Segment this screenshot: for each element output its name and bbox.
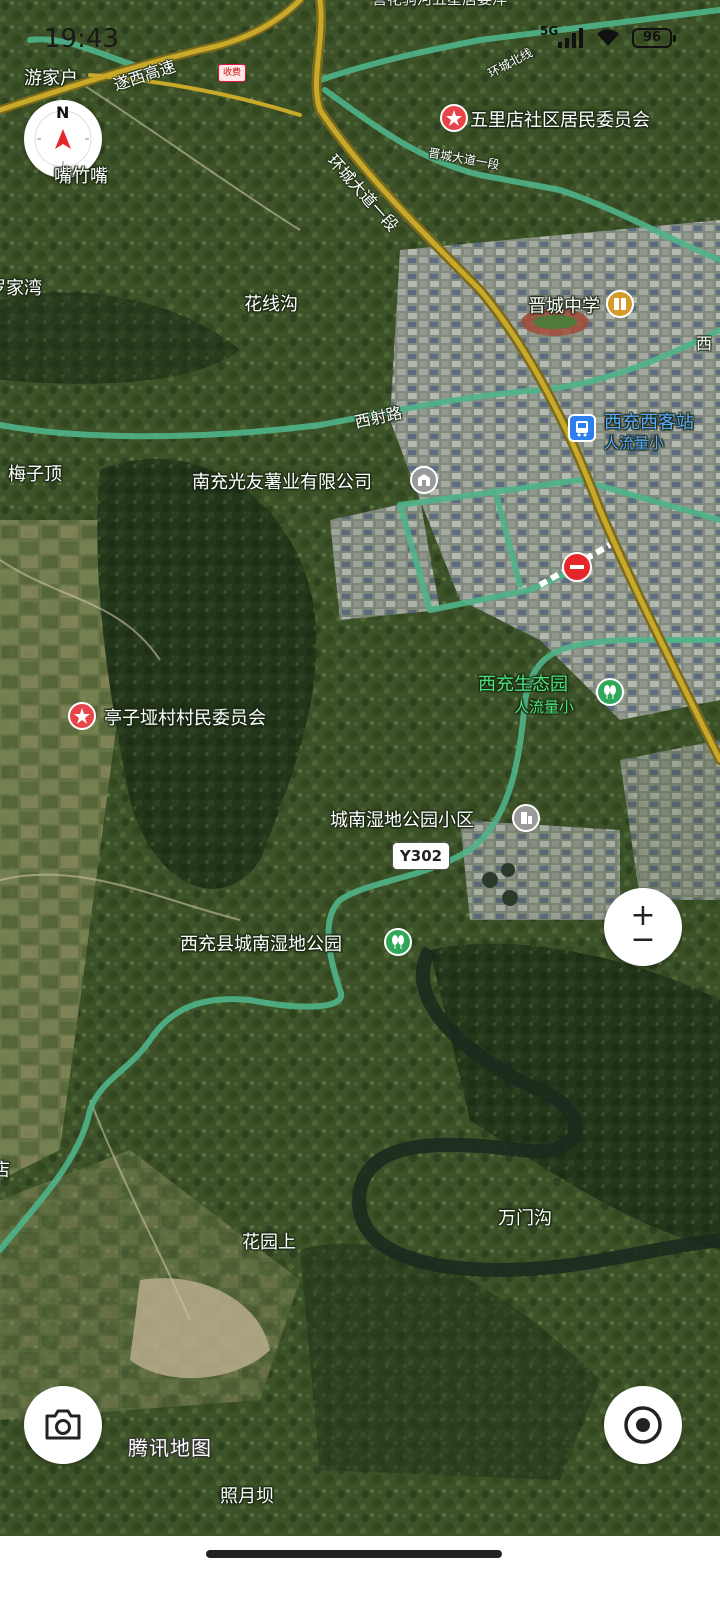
home-indicator-bar bbox=[0, 1536, 720, 1600]
school-icon bbox=[606, 290, 634, 318]
park-icon bbox=[384, 928, 412, 956]
brand-watermark: 腾讯地图 bbox=[128, 1436, 212, 1460]
compass-north-label: N bbox=[56, 103, 70, 122]
zoom-control[interactable]: + − bbox=[604, 888, 682, 966]
label-hua-xian-gou: 花线沟 bbox=[244, 294, 298, 315]
wifi-icon bbox=[597, 29, 619, 46]
company-icon bbox=[410, 466, 438, 494]
poi-ting-zi-ya[interactable]: 亭子垭村村民委员会 bbox=[104, 704, 266, 730]
home-indicator[interactable] bbox=[206, 1550, 502, 1558]
label-wan-men-gou: 万门沟 bbox=[498, 1208, 552, 1229]
status-bar: 19:43 5G 96 bbox=[0, 0, 720, 70]
building-icon bbox=[512, 804, 540, 832]
signal-icon bbox=[558, 28, 583, 48]
park-icon bbox=[596, 678, 624, 706]
label-hua-yuan-shang: 花园上 bbox=[242, 1232, 296, 1253]
crowd-level-station: 人流量小 bbox=[604, 434, 665, 452]
road-label-xi-edge: 西 bbox=[696, 334, 713, 353]
poi-cheng-nan-community[interactable]: 城南湿地公园小区 bbox=[330, 806, 474, 832]
locate-button[interactable] bbox=[604, 1386, 682, 1464]
label-zui-zui: 嘴竹嘴 bbox=[54, 166, 108, 187]
poi-nan-chong-company[interactable]: 南充光友薯业有限公司 bbox=[192, 468, 372, 494]
camera-icon bbox=[45, 1409, 81, 1440]
label-zhao-yue-ba: 照月坝 bbox=[220, 1486, 274, 1507]
zoom-out-button[interactable]: − bbox=[630, 925, 655, 955]
poi-xi-chong-eco-park[interactable]: 西充生态园 bbox=[478, 670, 568, 696]
poi-cheng-nan-park[interactable]: 西充县城南湿地公园 bbox=[180, 930, 342, 956]
poi-star-icon bbox=[68, 702, 96, 730]
label-mei-zi-ding: 梅子顶 bbox=[8, 464, 62, 485]
poi-jin-cheng-zhong-xue[interactable]: 晋城中学 bbox=[528, 292, 600, 318]
poi-wu-li-dian[interactable]: 五里店社区居民委员会 bbox=[470, 106, 650, 132]
battery-icon: 96 bbox=[632, 28, 676, 48]
toll-badge: 收费 bbox=[218, 64, 246, 82]
bus-station-icon bbox=[568, 414, 596, 442]
label-jie-edge: 店 bbox=[0, 1160, 10, 1181]
satellite-map[interactable] bbox=[0, 0, 720, 1600]
locate-icon bbox=[624, 1406, 662, 1444]
label-jia-wan: 罗家湾 bbox=[0, 278, 42, 299]
label-top-cut: 营花驹河五星居委洋 bbox=[372, 0, 507, 9]
crowd-level-park: 人流量小 bbox=[514, 698, 575, 716]
road-closed-icon[interactable] bbox=[562, 552, 592, 582]
poi-star-icon bbox=[440, 104, 468, 132]
camera-button[interactable] bbox=[24, 1386, 102, 1464]
status-time: 19:43 bbox=[44, 24, 119, 54]
route-shield-y302: Y302 bbox=[392, 842, 450, 870]
poi-xi-chong-station[interactable]: 西充西客站 bbox=[604, 408, 694, 434]
label-you-jia-hu: 游家户 bbox=[24, 68, 78, 89]
